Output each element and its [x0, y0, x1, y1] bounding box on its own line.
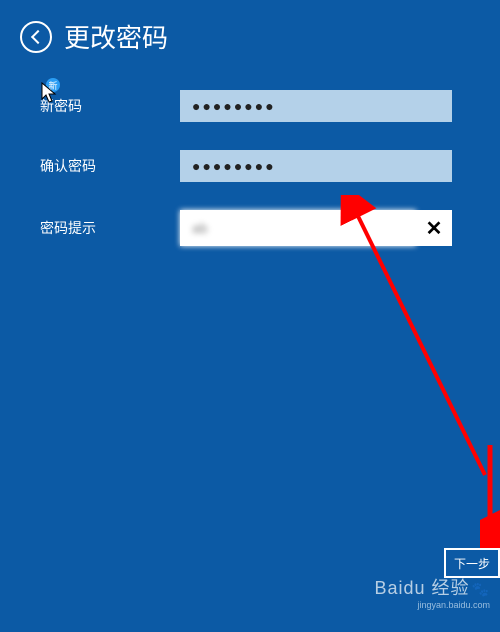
new-password-input[interactable]: [180, 90, 452, 122]
page-title: 更改密码: [64, 18, 168, 55]
confirm-password-label: 确认密码: [40, 156, 180, 176]
password-hint-input[interactable]: [180, 210, 416, 246]
password-hint-label: 密码提示: [40, 218, 180, 238]
password-hint-wrapper: ✕: [180, 210, 452, 246]
confirm-password-row: 确认密码: [40, 150, 460, 182]
watermark: Baidu 经验🐾 jingyan.baidu.com: [375, 574, 490, 610]
back-button[interactable]: [20, 21, 52, 53]
new-password-row: 新密码: [40, 90, 460, 122]
watermark-logo: Baidu 经验🐾: [375, 574, 490, 600]
password-form: 新密码 确认密码 密码提示 ✕: [0, 65, 500, 246]
new-password-label: 新密码: [40, 96, 180, 116]
paw-icon: 🐾: [472, 581, 490, 598]
annotation-arrow-icon: [480, 440, 500, 550]
arrow-left-icon: [30, 29, 44, 43]
clear-button[interactable]: ✕: [416, 210, 452, 246]
confirm-password-input[interactable]: [180, 150, 452, 182]
password-hint-row: 密码提示 ✕: [40, 210, 460, 246]
watermark-url: jingyan.baidu.com: [375, 600, 490, 610]
